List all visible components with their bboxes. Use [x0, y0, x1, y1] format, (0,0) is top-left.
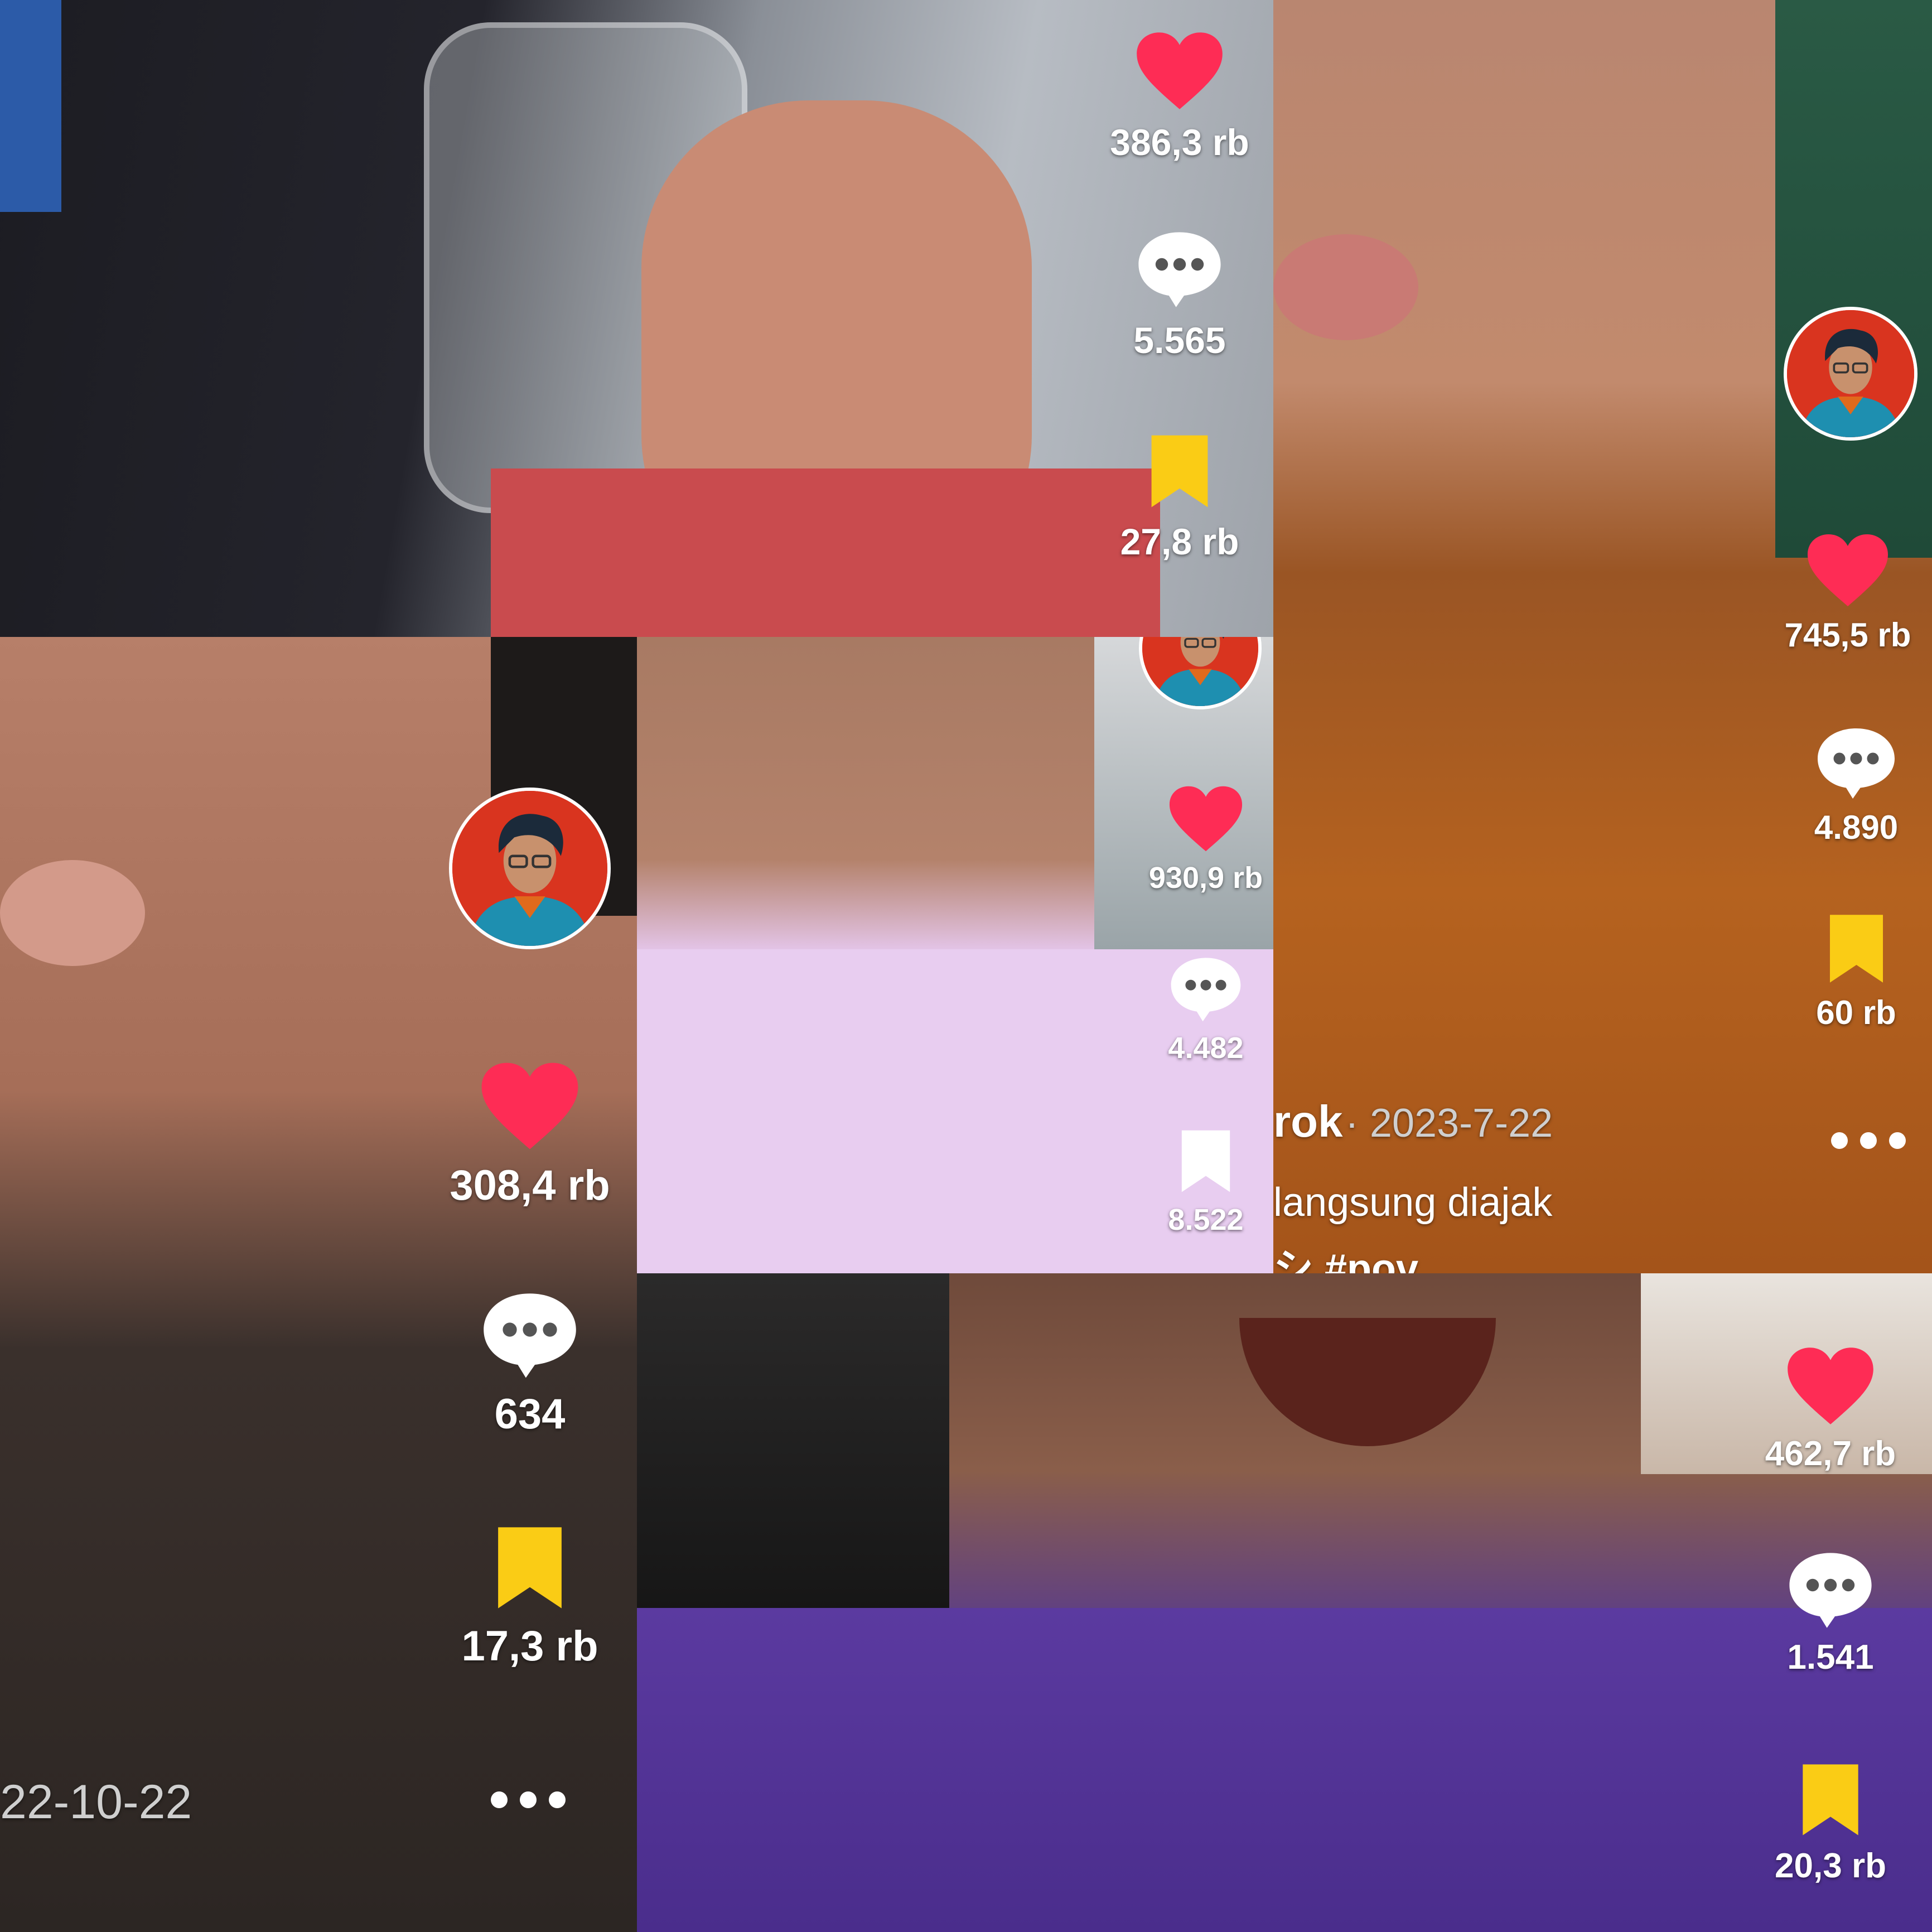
bookmark-icon	[1177, 1128, 1235, 1195]
comment-action[interactable]: 634	[438, 1289, 622, 1438]
like-action[interactable]: 745,5 rb	[1775, 533, 1920, 654]
save-action[interactable]: 17,3 rb	[438, 1524, 622, 1670]
comment-count: 4.482	[1168, 1031, 1244, 1065]
comment-bubble-icon	[1135, 229, 1224, 309]
more-dots-icon[interactable]	[1831, 1132, 1906, 1149]
bookmark-icon	[1824, 912, 1888, 986]
video-panel-1[interactable]: 386,3 rb 5.565 27,8 rb	[0, 0, 1273, 637]
bookmark-icon	[1146, 432, 1213, 510]
like-count: 930,9 rb	[1148, 861, 1263, 895]
video-panel-2[interactable]: 745,5 rb 4.890 60 rb rok · 2023-7-22 lan…	[1273, 0, 1932, 1273]
save-count: 27,8 rb	[1120, 521, 1239, 562]
like-action[interactable]: 386,3 rb	[1099, 31, 1260, 163]
post-meta: rok · 2023-7-22	[1273, 1096, 1553, 1147]
comment-count: 5.565	[1133, 320, 1226, 361]
comment-bubble-icon	[1786, 1549, 1875, 1630]
comment-bubble-icon	[1814, 725, 1898, 800]
save-action[interactable]: 20,3 rb	[1747, 1761, 1914, 1886]
like-count: 745,5 rb	[1784, 616, 1911, 654]
comment-bubble-icon	[480, 1289, 580, 1380]
save-count: 8.522	[1168, 1203, 1244, 1237]
heart-icon	[1786, 1346, 1875, 1426]
video-panel-4[interactable]: 930,9 rb 4.482 8.522	[637, 637, 1273, 1273]
save-count: 17,3 rb	[461, 1622, 598, 1670]
like-action[interactable]: 930,9 rb	[1139, 785, 1273, 895]
comment-action[interactable]: 4.890	[1784, 725, 1929, 847]
creator-avatar[interactable]	[1784, 307, 1917, 441]
post-date: 22-10-22	[0, 1775, 192, 1829]
comment-action[interactable]: 4.482	[1139, 955, 1273, 1065]
save-action[interactable]: 60 rb	[1784, 912, 1929, 1032]
post-date: · 2023-7-22	[1345, 1101, 1553, 1146]
comment-count: 4.890	[1814, 809, 1899, 846]
video-panel-3[interactable]: 308,4 rb 634 17,3 rb 22-10-22	[0, 637, 637, 1932]
like-count: 308,4 rb	[450, 1162, 610, 1209]
like-action[interactable]: 462,7 rb	[1747, 1346, 1914, 1474]
comment-action[interactable]: 1.541	[1747, 1549, 1914, 1677]
comment-bubble-icon	[1168, 955, 1244, 1023]
save-action[interactable]: 8.522	[1139, 1128, 1273, 1237]
save-count: 60 rb	[1816, 994, 1896, 1031]
comment-count: 634	[494, 1390, 566, 1438]
like-count: 462,7 rb	[1765, 1434, 1896, 1473]
more-dots-icon[interactable]	[491, 1791, 566, 1808]
video-panel-5[interactable]: 462,7 rb 1.541 20,3 rb	[637, 1273, 1932, 1932]
creator-avatar[interactable]	[449, 788, 611, 949]
username[interactable]: rok	[1273, 1097, 1343, 1146]
bookmark-icon	[1797, 1761, 1864, 1838]
like-action[interactable]: 308,4 rb	[438, 1061, 622, 1210]
heart-icon	[1806, 533, 1890, 608]
save-action[interactable]: 27,8 rb	[1099, 432, 1260, 563]
caption-line-1: langsung diajak	[1273, 1180, 1553, 1225]
save-count: 20,3 rb	[1775, 1847, 1886, 1885]
heart-icon	[1135, 31, 1224, 111]
comment-count: 1.541	[1787, 1638, 1874, 1677]
heart-icon	[1168, 785, 1244, 853]
caption-line-2[interactable]: シ #pov	[1273, 1235, 1418, 1273]
heart-icon	[480, 1061, 580, 1151]
like-count: 386,3 rb	[1110, 122, 1249, 163]
bookmark-icon	[492, 1524, 568, 1612]
comment-action[interactable]: 5.565	[1099, 229, 1260, 361]
